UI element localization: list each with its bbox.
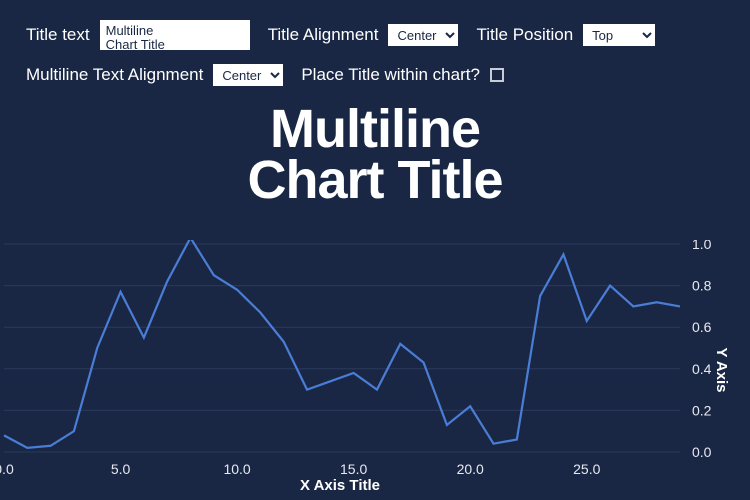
title-position-label: Title Position [476, 25, 573, 45]
title-text-label: Title text [26, 25, 90, 45]
title-alignment-label: Title Alignment [268, 25, 379, 45]
x-tick-label: 15.0 [340, 461, 367, 477]
y-axis-label: Y Axis [713, 347, 730, 392]
title-text-input[interactable] [100, 20, 250, 50]
title-text-group: Title text [26, 20, 250, 50]
place-within-checkbox[interactable] [490, 68, 504, 82]
x-tick-label: 10.0 [223, 461, 250, 477]
y-tick-label: 0.4 [692, 361, 712, 377]
controls-row-1: Title text Title Alignment LeftCenterRig… [26, 20, 724, 50]
chart-area: 0.0 0.2 0.4 0.6 0.8 1.0 0.0 5.0 10.0 15.0 20.0 25.0… [0, 240, 750, 500]
y-tick-label: 0.8 [692, 278, 712, 294]
title-position-group: Title Position TopBottom [476, 24, 655, 46]
multiline-alignment-label: Multiline Text Alignment [26, 65, 203, 85]
chart-title: Multiline Chart Title [0, 104, 750, 207]
x-tick-label: 5.0 [111, 461, 131, 477]
x-tick-label: 20.0 [457, 461, 484, 477]
line-chart: 0.0 0.2 0.4 0.6 0.8 1.0 0.0 5.0 10.0 15.0 20.0 25.0 [0, 240, 750, 500]
multiline-alignment-group: Multiline Text Alignment LeftCenterRight [26, 64, 283, 86]
controls-panel: Title text Title Alignment LeftCenterRig… [0, 0, 750, 110]
title-alignment-select[interactable]: LeftCenterRight [388, 24, 458, 46]
title-position-select[interactable]: TopBottom [583, 24, 655, 46]
x-axis-label: X Axis Title [0, 477, 680, 494]
controls-row-2: Multiline Text Alignment LeftCenterRight… [26, 64, 724, 86]
y-tick-label: 1.0 [692, 240, 712, 252]
place-within-label: Place Title within chart? [301, 65, 480, 85]
x-tick-label: 25.0 [573, 461, 600, 477]
x-tick-label: 0.0 [0, 461, 14, 477]
y-tick-label: 0.0 [692, 444, 712, 460]
place-within-group: Place Title within chart? [301, 65, 504, 85]
y-tick-label: 0.2 [692, 402, 712, 418]
y-tick-label: 0.6 [692, 319, 712, 335]
line-series [4, 240, 680, 448]
title-alignment-group: Title Alignment LeftCenterRight [268, 24, 459, 46]
multiline-alignment-select[interactable]: LeftCenterRight [213, 64, 283, 86]
